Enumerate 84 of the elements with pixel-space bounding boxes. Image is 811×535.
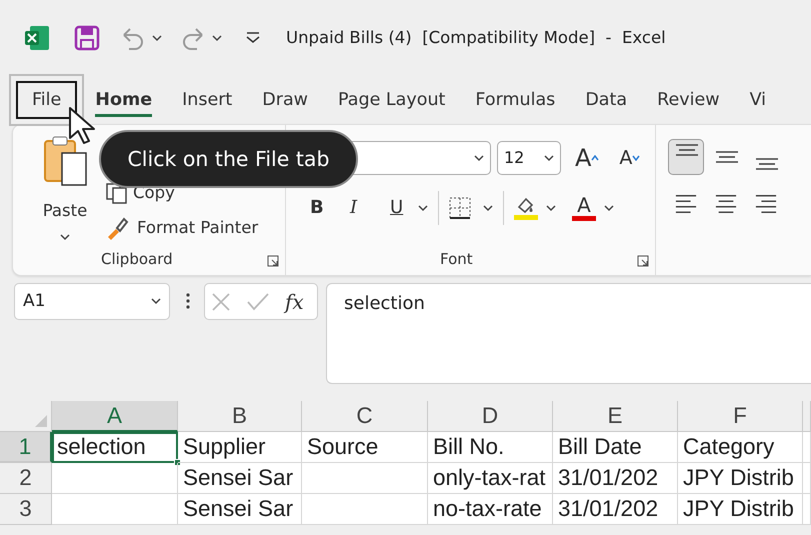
align-lines-icon (675, 194, 697, 214)
caret-icon[interactable] (604, 204, 614, 212)
grow-font-button[interactable]: A (575, 146, 600, 170)
align-lines-icon (715, 194, 737, 214)
table-cell[interactable] (803, 432, 811, 463)
table-cell[interactable] (52, 463, 178, 494)
caret-icon[interactable] (151, 298, 161, 305)
row-header[interactable]: 3 (0, 494, 52, 525)
column-header[interactable]: A (52, 401, 178, 432)
caret-icon[interactable] (418, 204, 428, 212)
insert-function-button[interactable]: fx (285, 286, 304, 316)
clipboard-icon (42, 135, 88, 187)
align-lines-icon (714, 151, 738, 163)
save-icon[interactable] (74, 25, 100, 51)
ribbon-tab[interactable]: Page Layout (338, 82, 446, 118)
copy-icon (105, 182, 129, 204)
caret-icon[interactable] (474, 154, 484, 162)
column-header[interactable]: C (302, 401, 428, 432)
column-header[interactable]: E (553, 401, 678, 432)
up-caret-icon (591, 155, 600, 161)
ribbon-tab[interactable]: Draw (262, 82, 308, 118)
ribbon-tab[interactable]: Formulas (475, 82, 556, 118)
ribbon-tab[interactable]: Data (585, 82, 628, 118)
table-cell[interactable]: Category (678, 432, 803, 463)
shrink-font-button[interactable]: A (619, 148, 640, 168)
group-label: Font (440, 248, 473, 270)
caret-icon[interactable] (483, 204, 493, 212)
paste-button[interactable]: Paste (29, 135, 101, 243)
ribbon-tab[interactable]: Home (95, 82, 152, 118)
table-cell[interactable] (803, 463, 811, 494)
caret-icon[interactable] (60, 234, 70, 241)
borders-icon[interactable] (449, 197, 471, 219)
table-cell[interactable] (52, 494, 178, 525)
table-cell[interactable]: no-tax-rate (428, 494, 553, 525)
table-cell[interactable] (302, 494, 428, 525)
check-icon[interactable] (247, 292, 269, 312)
fill-color-icon[interactable] (514, 195, 538, 221)
top-align-button[interactable] (668, 139, 704, 175)
table-cell[interactable]: 31/01/202 (553, 463, 678, 494)
caret-icon[interactable] (544, 154, 554, 162)
tooltip: Click on the File tab (99, 130, 358, 188)
ribbon-tab[interactable]: Vi (750, 82, 766, 118)
table-cell[interactable]: Sensei Sar (178, 494, 302, 525)
more-options-icon[interactable] (186, 293, 190, 309)
table-cell[interactable]: Sensei Sar (178, 463, 302, 494)
table-cell[interactable]: Bill No. (428, 432, 553, 463)
italic-button[interactable]: I (350, 199, 378, 217)
table-cell[interactable]: JPY Distrib (678, 463, 803, 494)
caret-icon[interactable] (152, 34, 162, 42)
table-cell[interactable]: Bill Date (553, 432, 678, 463)
table-cell[interactable]: Supplier (178, 432, 302, 463)
align-lines-icon (674, 144, 698, 156)
table-cell[interactable]: only-tax-rat (428, 463, 553, 494)
ribbon-tab[interactable]: Review (657, 82, 720, 118)
ribbon-tab[interactable]: Insert (182, 82, 232, 118)
dialog-launcher-icon[interactable] (267, 255, 279, 267)
font-size-field[interactable]: 12 (497, 141, 561, 175)
format-painter-button[interactable]: Format Painter (105, 216, 258, 240)
formula-input[interactable]: selection (326, 283, 811, 384)
align-lines-icon (754, 158, 778, 170)
row-header[interactable]: 1 (0, 432, 52, 463)
caret-icon[interactable] (546, 204, 556, 212)
down-caret-icon (632, 155, 640, 161)
table-cell[interactable]: 31/01/202 (553, 494, 678, 525)
group-label: Clipboard (101, 248, 173, 270)
table-cell[interactable] (302, 463, 428, 494)
table-cell[interactable]: JPY Distrib (678, 494, 803, 525)
underline-button[interactable]: U (390, 199, 412, 217)
font-color-button[interactable]: A (572, 195, 596, 221)
column-header[interactable]: B (178, 401, 302, 432)
customize-toolbar-icon[interactable] (246, 32, 260, 44)
align-lines-icon (755, 194, 777, 214)
caret-icon[interactable] (212, 34, 222, 42)
column-header[interactable]: F (678, 401, 803, 432)
table-cell[interactable]: Source (302, 432, 428, 463)
row-header[interactable]: 2 (0, 463, 52, 494)
dialog-launcher-icon[interactable] (637, 255, 649, 267)
name-box[interactable]: A1 (14, 283, 170, 320)
column-header[interactable]: D (428, 401, 553, 432)
spreadsheet-app-icon (24, 25, 50, 51)
bold-button[interactable]: B (310, 199, 338, 217)
table-cell[interactable]: selection (52, 432, 178, 463)
window-title: Unpaid Bills (4) [Compatibility Mode] - Excel (286, 26, 666, 49)
table-cell[interactable] (803, 494, 811, 525)
